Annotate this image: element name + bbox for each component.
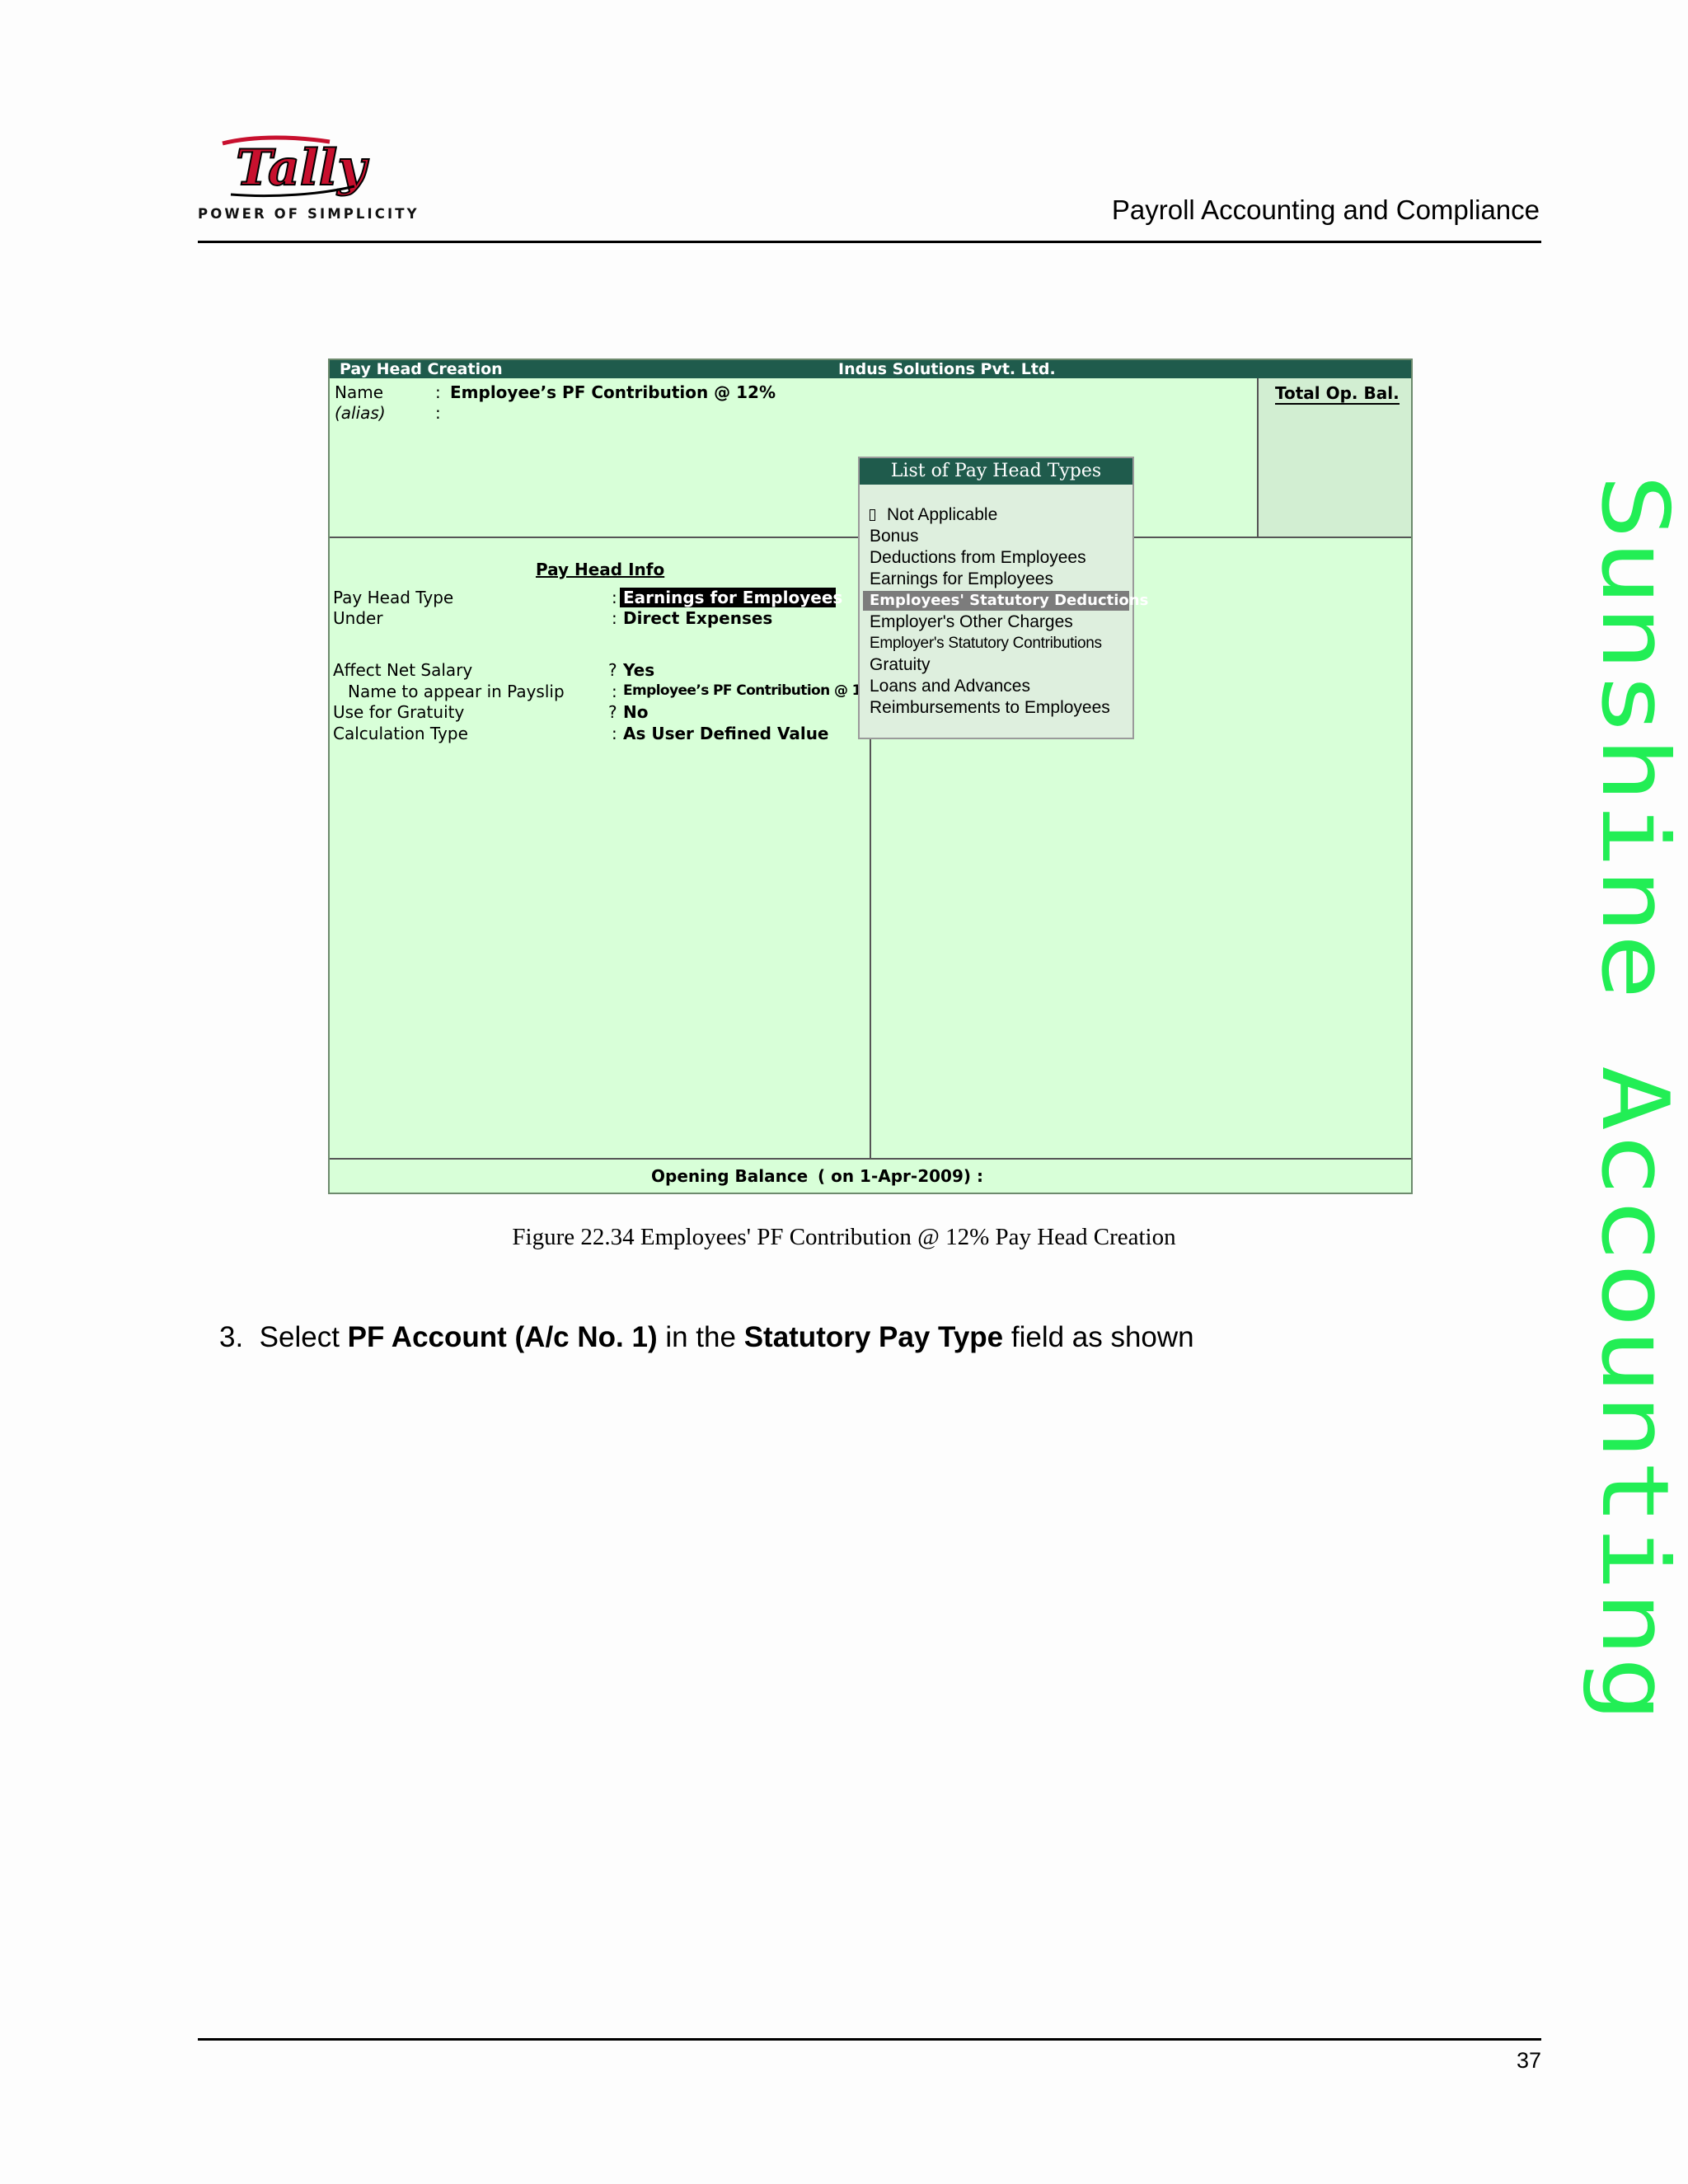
opening-balance-label: Opening Balance: [651, 1166, 809, 1186]
bullet-icon: [870, 509, 875, 522]
field-label-calculation-type: Calculation Type: [333, 724, 468, 743]
field-label-under: Under: [333, 608, 383, 628]
list-item[interactable]: Deductions from Employees: [870, 548, 1086, 568]
under-field[interactable]: Direct Expenses: [623, 608, 772, 628]
field-sep-pay-head-type: :: [612, 588, 617, 607]
page-number: 37: [1516, 2048, 1541, 2073]
list-item[interactable]: Loans and Advances: [870, 677, 1030, 696]
list-item[interactable]: Reimbursements to Employees: [870, 698, 1110, 718]
opening-balance-date: ( on 1-Apr-2009) :: [818, 1166, 983, 1186]
step-text-2: in the: [657, 1321, 744, 1353]
screen-title-bar: Pay Head Creation Indus Solutions Pvt. L…: [330, 360, 1411, 378]
tally-pay-head-creation-screen: Pay Head Creation Indus Solutions Pvt. L…: [328, 359, 1413, 1194]
step-bold-1: PF Account (A/c No. 1): [347, 1321, 658, 1353]
list-item[interactable]: Employer's Other Charges: [870, 612, 1073, 632]
field-sep-calculation-type: :: [612, 724, 617, 743]
figure-caption: Figure 22.34 Employees' PF Contribution …: [512, 1224, 1176, 1250]
pay-head-info-heading: Pay Head Info: [536, 560, 665, 579]
opening-balance-field[interactable]: [964, 1165, 1129, 1184]
watermark-text: Sunshine Accounting: [1581, 474, 1673, 1722]
field-label-use-for-gratuity: Use for Gratuity: [333, 702, 465, 722]
screen-title: Pay Head Creation: [340, 360, 503, 378]
name-field[interactable]: Employee’s PF Contribution @ 12%: [450, 382, 776, 402]
use-for-gratuity-field[interactable]: No: [623, 702, 648, 722]
list-item[interactable]: Employer's Statutory Contributions: [870, 634, 1102, 654]
field-label-affect-net-salary: Affect Net Salary: [333, 660, 473, 680]
total-op-bal-label: Total Op. Bal.: [1275, 383, 1400, 405]
pay-head-type-field[interactable]: Earnings for Employees: [620, 588, 842, 607]
name-colon: :: [435, 382, 441, 402]
alias-colon: :: [435, 403, 441, 423]
list-item[interactable]: Earnings for Employees: [870, 569, 1053, 589]
alias-field[interactable]: [450, 403, 697, 421]
list-item[interactable]: Gratuity: [870, 655, 931, 675]
calculation-type-field[interactable]: As User Defined Value: [623, 724, 829, 743]
list-item[interactable]: Not Applicable: [870, 505, 997, 525]
footer-divider: [330, 1158, 1411, 1160]
footer-rule: [198, 2038, 1541, 2041]
step-bold-2: Statutory Pay Type: [743, 1321, 1004, 1353]
field-sep-use-for-gratuity: ?: [608, 702, 617, 722]
field-sep-under: :: [612, 608, 617, 628]
watermark: Sunshine Accounting: [1574, 474, 1688, 1743]
field-sep-affect-net-salary: ?: [608, 660, 617, 680]
step-text-3: field as shown: [1003, 1321, 1194, 1353]
field-sep-payslip-name: :: [612, 682, 617, 701]
field-label-pay-head-type: Pay Head Type: [333, 588, 454, 607]
document-title: Payroll Accounting and Compliance: [1111, 194, 1540, 225]
affect-net-salary-field[interactable]: Yes: [623, 660, 654, 680]
field-label-payslip-name: Name to appear in Payslip: [348, 682, 565, 701]
list-item[interactable]: Bonus: [870, 527, 919, 546]
pay-head-types-list: List of Pay Head Types Not Applicable Bo…: [858, 457, 1148, 739]
alias-label: (alias): [335, 403, 386, 423]
payslip-name-field[interactable]: Employee’s PF Contribution @ 12%: [623, 682, 884, 699]
list-item-selected[interactable]: Employees' Statutory Deductions: [863, 591, 1148, 611]
name-label: Name: [335, 382, 384, 402]
step-number: 3.: [219, 1321, 244, 1353]
company-name: Indus Solutions Pvt. Ltd.: [838, 360, 1056, 378]
header-rule: [198, 241, 1541, 243]
total-op-bal-panel: Total Op. Bal.: [1257, 378, 1411, 538]
step-instruction: 3. Select PF Account (A/c No. 1) in the …: [219, 1321, 1194, 1354]
step-text-1: Select: [259, 1321, 348, 1353]
popup-title: List of Pay Head Types: [860, 458, 1132, 485]
logo-tagline: POWER OF SIMPLICITY: [198, 206, 420, 222]
